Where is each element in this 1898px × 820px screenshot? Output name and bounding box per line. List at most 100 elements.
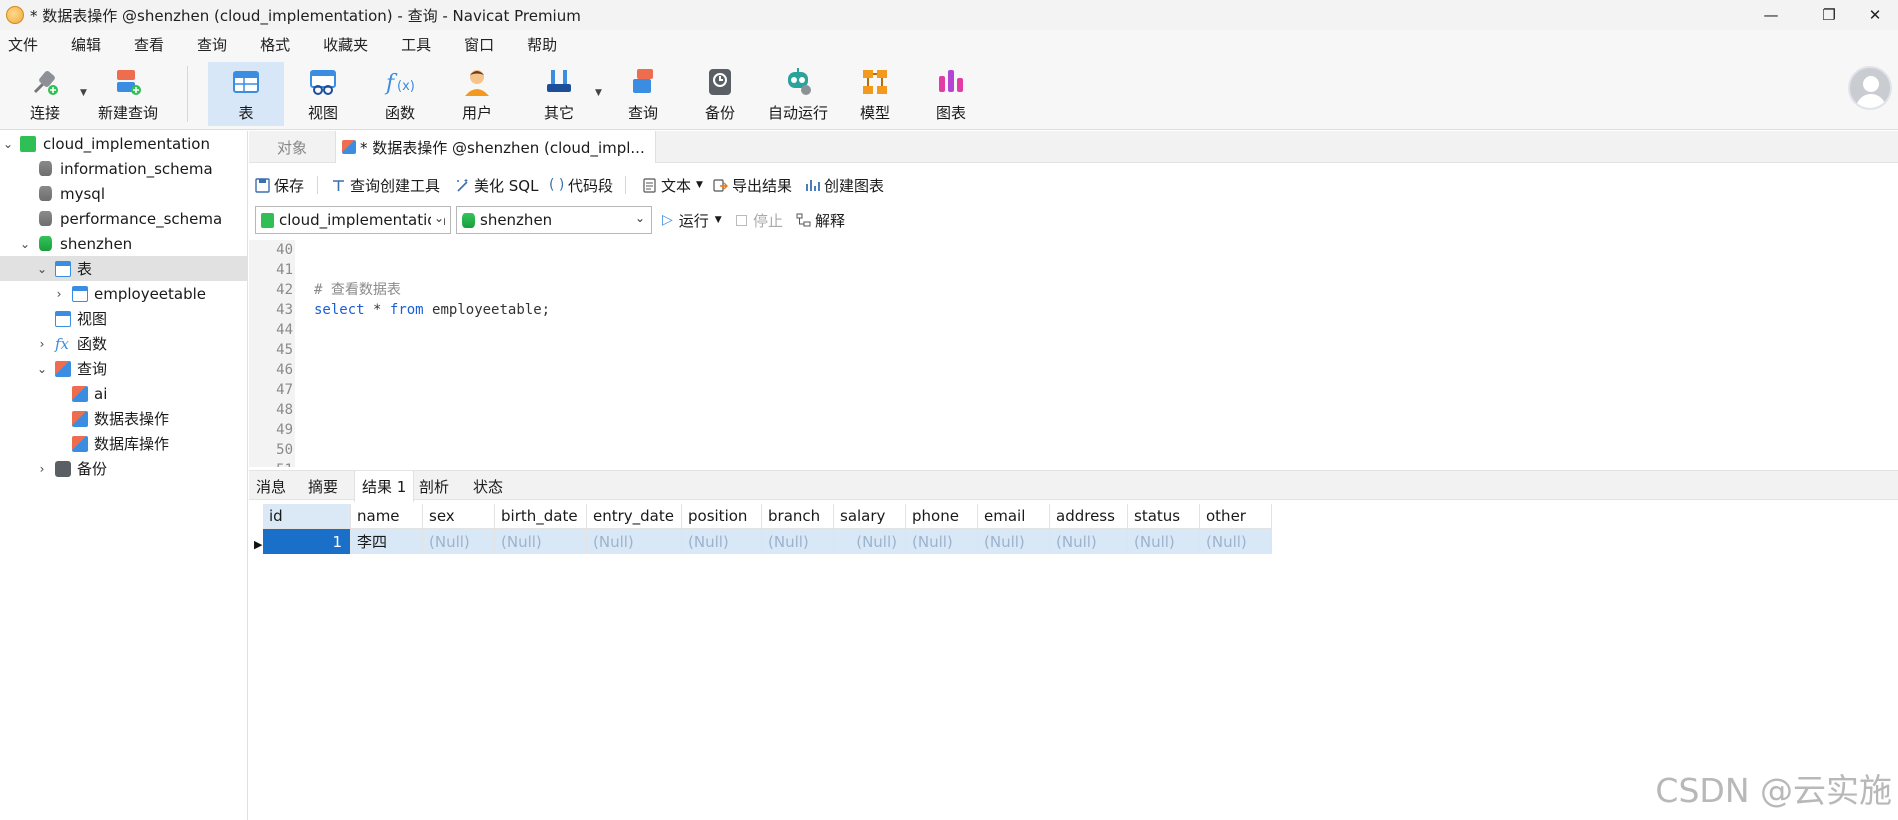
- other-dropdown-icon[interactable]: ▼: [595, 88, 602, 98]
- menu-format[interactable]: 格式: [260, 34, 290, 55]
- query-button[interactable]: 查询: [606, 62, 680, 126]
- user-button[interactable]: 用户: [440, 62, 514, 126]
- tree-db-information-schema[interactable]: information_schema: [0, 156, 247, 181]
- menu-query[interactable]: 查询: [197, 34, 227, 55]
- menu-window[interactable]: 窗口: [464, 34, 494, 55]
- column-header-entry-date[interactable]: entry_date: [587, 504, 682, 529]
- chevron-down-icon[interactable]: ⌄: [36, 262, 48, 276]
- maximize-button[interactable]: ❐: [1806, 0, 1852, 30]
- column-header-status[interactable]: status: [1128, 504, 1200, 529]
- tree-views-group[interactable]: 视图: [0, 306, 247, 331]
- tab-query-editor[interactable]: * 数据表操作 @shenzhen (cloud_impl...: [335, 131, 656, 163]
- table-cell-email[interactable]: (Null): [978, 529, 1050, 554]
- chevron-right-icon[interactable]: ›: [36, 462, 48, 476]
- column-header-address[interactable]: address: [1050, 504, 1128, 529]
- text-button[interactable]: 文本 ▼: [642, 171, 703, 199]
- backup-button[interactable]: 备份: [683, 62, 757, 126]
- tree-db-performance-schema[interactable]: performance_schema: [0, 206, 247, 231]
- menu-tools[interactable]: 工具: [401, 34, 431, 55]
- editor-line: 46: [249, 360, 1898, 380]
- column-header-branch[interactable]: branch: [762, 504, 834, 529]
- line-number: 41: [276, 262, 293, 278]
- tab-summary[interactable]: 摘要: [301, 471, 345, 501]
- tree-queries-group[interactable]: ⌄ 查询: [0, 356, 247, 381]
- text-dropdown-icon[interactable]: ▼: [696, 180, 703, 190]
- menu-help[interactable]: 帮助: [527, 34, 557, 55]
- chart-button[interactable]: 图表: [914, 62, 988, 126]
- model-button[interactable]: 模型: [838, 62, 912, 126]
- table-cell-sex[interactable]: (Null): [423, 529, 495, 554]
- export-results-button[interactable]: 导出结果: [713, 171, 792, 199]
- table-cell-address[interactable]: (Null): [1050, 529, 1128, 554]
- tree-connection[interactable]: ⌄ cloud_implementation: [0, 131, 247, 156]
- new-query-button[interactable]: 新建查询: [90, 62, 166, 126]
- close-button[interactable]: ✕: [1852, 0, 1898, 30]
- chevron-right-icon[interactable]: ›: [53, 287, 65, 301]
- chevron-down-icon[interactable]: ⌄: [36, 362, 48, 376]
- table-cell-phone[interactable]: (Null): [906, 529, 978, 554]
- tree-table-employeetable[interactable]: › employeetable: [0, 281, 247, 306]
- code-snippet-button[interactable]: ( ) 代码段: [549, 171, 613, 199]
- chevron-down-icon[interactable]: ⌄: [2, 137, 14, 151]
- column-header-phone[interactable]: phone: [906, 504, 978, 529]
- save-icon: [255, 177, 270, 193]
- menu-favorites[interactable]: 收藏夹: [323, 34, 368, 55]
- beautify-sql-button[interactable]: 美化 SQL: [455, 171, 538, 199]
- column-header-salary[interactable]: salary: [834, 504, 906, 529]
- menu-view[interactable]: 查看: [134, 34, 164, 55]
- tree-tables-group[interactable]: ⌄ 表: [0, 256, 247, 281]
- column-header-other[interactable]: other: [1200, 504, 1272, 529]
- query-builder-button[interactable]: 查询创建工具: [331, 171, 440, 199]
- column-header-name[interactable]: name: [351, 504, 423, 529]
- table-cell-position[interactable]: (Null): [682, 529, 762, 554]
- tree-db-mysql[interactable]: mysql: [0, 181, 247, 206]
- chevron-right-icon[interactable]: ›: [36, 337, 48, 351]
- column-header-id[interactable]: id: [263, 504, 351, 529]
- automation-button[interactable]: 自动运行: [760, 62, 836, 126]
- connect-button[interactable]: 连接: [8, 62, 82, 126]
- create-chart-button[interactable]: 创建图表: [805, 171, 884, 199]
- minimize-button[interactable]: —: [1748, 0, 1794, 30]
- connection-select[interactable]: cloud_implementation ⌄: [255, 206, 451, 234]
- tree-backup-group[interactable]: › 备份: [0, 456, 247, 481]
- view-button[interactable]: 视图: [286, 62, 360, 126]
- table-button[interactable]: 表: [208, 62, 284, 126]
- sql-editor[interactable]: 40 41 42 # 查看数据表 43 select * from employee…: [249, 240, 1898, 467]
- column-header-email[interactable]: email: [978, 504, 1050, 529]
- chevron-down-icon[interactable]: ⌄: [19, 237, 31, 251]
- connect-dropdown-icon[interactable]: ▼: [80, 88, 87, 98]
- run-button[interactable]: ▷ 运行 ▼: [662, 206, 722, 234]
- line-number: 44: [276, 322, 293, 338]
- table-cell-birth-date[interactable]: (Null): [495, 529, 587, 554]
- function-button[interactable]: f (x) 函数: [363, 62, 437, 126]
- column-header-position[interactable]: position: [682, 504, 762, 529]
- table-cell-salary[interactable]: (Null): [834, 529, 906, 554]
- menu-edit[interactable]: 编辑: [71, 34, 101, 55]
- run-dropdown-icon[interactable]: ▼: [715, 215, 722, 225]
- tab-objects[interactable]: 对象: [277, 131, 307, 163]
- user-avatar[interactable]: [1848, 66, 1892, 110]
- column-header-birth-date[interactable]: birth_date: [495, 504, 587, 529]
- tab-status[interactable]: 状态: [466, 471, 510, 501]
- tree-query-ai[interactable]: ai: [0, 381, 247, 406]
- database-select[interactable]: shenzhen ⌄: [456, 206, 652, 234]
- table-cell-id[interactable]: 1: [263, 529, 351, 554]
- tree-query-table-ops[interactable]: 数据表操作: [0, 406, 247, 431]
- table-cell-branch[interactable]: (Null): [762, 529, 834, 554]
- other-button[interactable]: 其它: [522, 62, 596, 126]
- tree-query-db-ops[interactable]: 数据库操作: [0, 431, 247, 456]
- save-button[interactable]: 保存: [255, 171, 304, 199]
- table-cell-entry-date[interactable]: (Null): [587, 529, 682, 554]
- tab-result-1[interactable]: 结果 1: [354, 471, 415, 502]
- stop-button[interactable]: 停止: [736, 206, 783, 234]
- column-header-sex[interactable]: sex: [423, 504, 495, 529]
- tab-profile[interactable]: 剖析: [412, 471, 456, 501]
- tree-db-shenzhen[interactable]: ⌄ shenzhen: [0, 231, 247, 256]
- menu-file[interactable]: 文件: [8, 34, 38, 55]
- explain-button[interactable]: 解释: [796, 206, 845, 234]
- table-cell-status[interactable]: (Null): [1128, 529, 1200, 554]
- table-cell-name[interactable]: 李四: [351, 529, 423, 554]
- tab-messages[interactable]: 消息: [249, 471, 293, 501]
- tree-functions-group[interactable]: › fx 函数: [0, 331, 247, 356]
- table-cell-other[interactable]: (Null): [1200, 529, 1272, 554]
